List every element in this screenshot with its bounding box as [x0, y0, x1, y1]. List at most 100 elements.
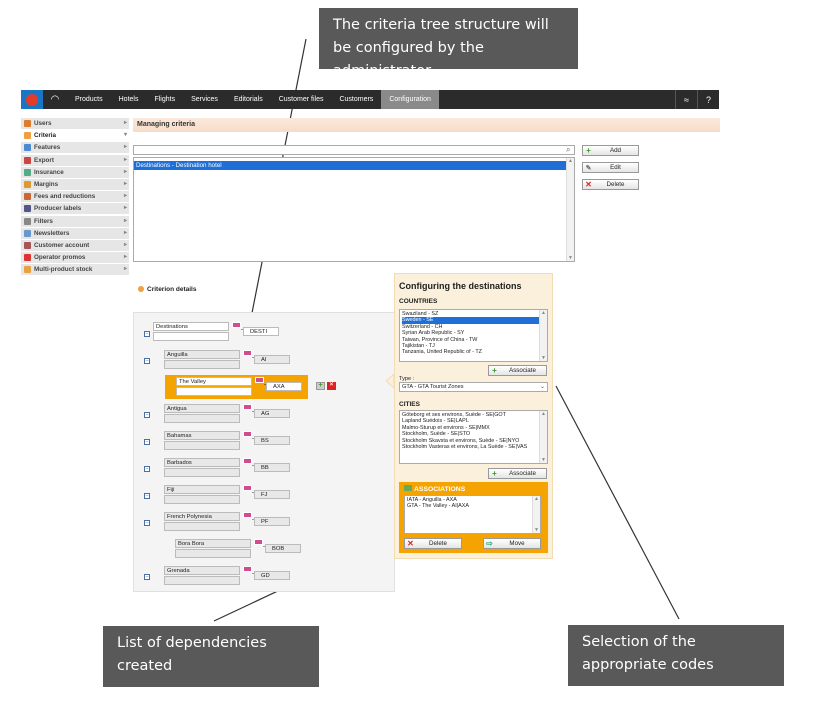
dashboard-icon[interactable]: ◠ [43, 90, 67, 109]
move-association-button[interactable]: ⇨ Move [483, 538, 541, 549]
delete-button[interactable]: ✕ Delete [582, 179, 639, 190]
nav-tab-hotels[interactable]: Hotels [111, 90, 147, 109]
add-button[interactable]: + Add [582, 145, 639, 156]
list-item[interactable]: Tanzania, United Republic of - TZ [402, 349, 545, 355]
node-extra-field[interactable] [153, 332, 229, 341]
tree-toggle-icon[interactable]: – [144, 493, 150, 499]
node-name-field[interactable]: Anguilla [164, 350, 240, 359]
language-flag-icon[interactable] [243, 485, 252, 491]
language-flag-icon[interactable] [243, 458, 252, 464]
node-name-field[interactable]: Grenada [164, 566, 240, 575]
language-flag-icon[interactable] [243, 404, 252, 410]
list-item[interactable]: Stockholm Vasteras et environs, La Suède… [402, 444, 545, 450]
tree-toggle-icon[interactable]: – [144, 520, 150, 526]
criteria-list-scrollbar[interactable] [566, 158, 574, 261]
tree-toggle-icon[interactable]: – [144, 466, 150, 472]
node-name-field[interactable]: Fiji [164, 485, 240, 494]
sidebar-item-export[interactable]: Export ▸ [21, 154, 129, 167]
countries-list[interactable]: Swaziland - SZ Sweden - SE Switzerland - C… [399, 309, 548, 362]
list-scrollbar[interactable] [532, 496, 540, 533]
sidebar-item-filters[interactable]: Filters ▸ [21, 215, 129, 228]
associations-list[interactable]: IATA - Anguilla - AXA GTA - The Valley - … [404, 495, 541, 534]
node-name-field[interactable]: The Valley [176, 377, 252, 386]
language-flag-icon[interactable] [243, 350, 252, 356]
sidebar-item-fees-and-reductions[interactable]: Fees and reductions ▸ [21, 191, 129, 204]
node-code-field[interactable]: PF [254, 517, 290, 526]
criteria-search-input[interactable] [133, 145, 575, 155]
sidebar-item-criteria[interactable]: Criteria ▾ [21, 130, 129, 143]
remove-node-icon[interactable]: ✕ [327, 382, 336, 390]
node-extra-field[interactable] [164, 441, 240, 450]
move-association-label: Move [509, 540, 525, 547]
node-extra-field[interactable] [164, 495, 240, 504]
node-name-field[interactable]: French Polynesia [164, 512, 240, 521]
tree-toggle-icon[interactable]: – [144, 439, 150, 445]
cities-list[interactable]: Göteborg et ses environs, Suède - SE|GOT… [399, 410, 548, 464]
search-icon[interactable]: ⌕ [566, 145, 570, 155]
node-extra-field[interactable] [164, 414, 240, 423]
move-icon: ⇨ [486, 539, 493, 548]
sidebar-item-customer-account[interactable]: Customer account ▸ [21, 239, 129, 252]
node-code-field[interactable]: FJ [254, 490, 290, 499]
node-name-field[interactable]: Antigua [164, 404, 240, 413]
language-flag-icon[interactable] [243, 431, 252, 437]
language-flag-icon[interactable] [232, 322, 241, 328]
node-code-field[interactable]: BOB [265, 544, 301, 553]
help-icon[interactable]: ? [697, 90, 719, 109]
nav-tab-editorials[interactable]: Editorials [226, 90, 271, 109]
type-select[interactable]: GTA - GTA Tourist Zones ⌄ [399, 382, 548, 392]
app-logo[interactable] [21, 90, 43, 109]
sidebar-item-newsletters[interactable]: Newsletters ▸ [21, 227, 129, 240]
chevron-right-icon: ▸ [123, 180, 127, 187]
node-code-field[interactable]: GD [254, 571, 290, 580]
add-child-icon[interactable]: + [316, 382, 325, 390]
language-flag-icon[interactable] [243, 512, 252, 518]
node-extra-field[interactable] [164, 576, 240, 585]
activity-icon[interactable]: ≈ [675, 90, 697, 109]
sidebar-item-producer-labels[interactable]: Producer labels ▸ [21, 203, 129, 216]
sidebar-item-features[interactable]: Features ▸ [21, 142, 129, 155]
node-code-field[interactable]: AXA [266, 382, 302, 391]
criteria-list-item[interactable]: Destinations - Destination hotel [134, 161, 567, 170]
node-code-field[interactable]: BB [254, 463, 290, 472]
node-code-field[interactable]: DESTI [243, 327, 279, 336]
criteria-list[interactable]: Destinations - Destination hotel [133, 157, 575, 262]
list-scrollbar[interactable] [539, 310, 547, 361]
node-extra-field[interactable] [164, 522, 240, 531]
delete-association-button[interactable]: ✕ Delete [404, 538, 462, 549]
language-flag-icon[interactable] [254, 539, 263, 545]
associate-country-button[interactable]: + Associate [488, 365, 547, 376]
nav-tab-services[interactable]: Services [183, 90, 226, 109]
node-name-field[interactable]: Bora Bora [175, 539, 251, 548]
nav-tab-customer-files[interactable]: Customer files [271, 90, 332, 109]
nav-tab-flights[interactable]: Flights [146, 90, 183, 109]
nav-tab-customers[interactable]: Customers [331, 90, 381, 109]
node-code-field[interactable]: AI [254, 355, 290, 364]
node-extra-field[interactable] [176, 387, 252, 396]
tree-toggle-icon[interactable]: – [144, 331, 150, 337]
language-flag-icon[interactable] [255, 377, 264, 383]
language-flag-icon[interactable] [243, 566, 252, 572]
nav-tab-products[interactable]: Products [67, 90, 111, 109]
node-code-field[interactable]: AG [254, 409, 290, 418]
associate-city-button[interactable]: + Associate [488, 468, 547, 479]
node-extra-field[interactable] [164, 360, 240, 369]
tree-toggle-icon[interactable]: – [144, 358, 150, 364]
sidebar-item-insurance[interactable]: Insurance ▸ [21, 166, 129, 179]
sidebar-item-multi-product-stock[interactable]: Multi-product stock ▸ [21, 264, 129, 277]
sidebar-item-users[interactable]: Users ▸ [21, 118, 129, 130]
nav-tab-configuration[interactable]: Configuration [381, 90, 439, 109]
node-name-field[interactable]: Bahamas [164, 431, 240, 440]
node-extra-field[interactable] [175, 549, 251, 558]
node-extra-field[interactable] [164, 468, 240, 477]
sidebar-item-operator-promos[interactable]: Operator promos ▸ [21, 252, 129, 265]
node-code-field[interactable]: BS [254, 436, 290, 445]
tree-toggle-icon[interactable]: – [144, 574, 150, 580]
sidebar-item-margins[interactable]: Margins ▸ [21, 178, 129, 191]
edit-button[interactable]: ✎ Edit [582, 162, 639, 173]
node-name-field[interactable]: Barbados [164, 458, 240, 467]
tree-toggle-icon[interactable]: – [144, 412, 150, 418]
node-name-field[interactable]: Destinations [153, 322, 229, 331]
list-item[interactable]: GTA - The Valley - AI|AXA [407, 503, 538, 509]
list-scrollbar[interactable] [539, 411, 547, 463]
